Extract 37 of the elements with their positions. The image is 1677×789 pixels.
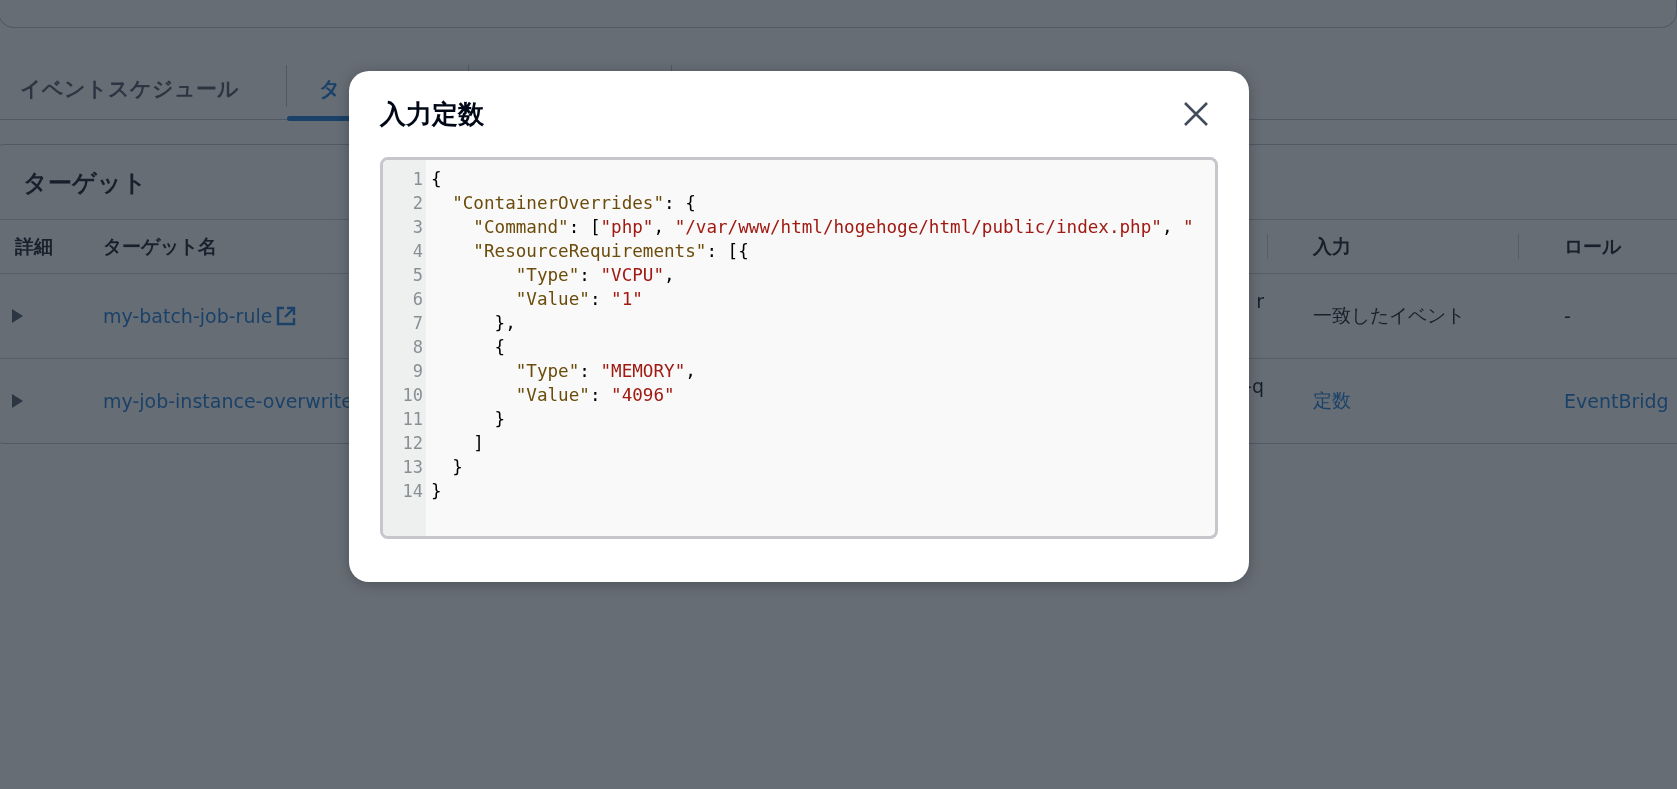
table-cell-text: 一致したイベント — [1312, 303, 1465, 328]
panel-title: ターゲット — [23, 168, 147, 199]
code-line: { — [431, 168, 443, 191]
code-line: "Type": "MEMORY", — [514, 360, 697, 383]
code-line: "ResourceRequirements": [{ — [472, 240, 750, 263]
line-number: 7 — [411, 312, 424, 335]
line-number: 9 — [411, 360, 424, 383]
code-line: "Command": ["php", "/var/www/html/hogehoge/html/public/index.php", " — [472, 216, 1195, 239]
line-number: 5 — [411, 264, 424, 287]
line-number: 14 — [401, 480, 424, 503]
code-line: } — [451, 456, 464, 479]
column-header: ターゲット名 — [102, 233, 217, 259]
table-cell-text: r — [1256, 290, 1265, 312]
line-number: 11 — [401, 408, 424, 431]
code-line: "Value": "1" — [514, 288, 644, 311]
line-number: 4 — [411, 240, 424, 263]
code-line: } — [431, 480, 443, 503]
code-line: { — [493, 336, 507, 359]
column-header: 入力 — [1311, 233, 1351, 259]
line-number: 6 — [411, 288, 424, 311]
column-header: 詳細 — [14, 233, 53, 259]
line-number: 12 — [401, 432, 424, 455]
line-number: 3 — [411, 216, 424, 239]
line-number: 13 — [401, 456, 424, 479]
code-line: "Type": "VCPU", — [514, 264, 676, 287]
code-line: ] — [472, 432, 485, 455]
column-header: ロール — [1563, 233, 1621, 259]
code-line: }, — [493, 312, 517, 335]
modal-title: 入力定数 — [380, 97, 484, 131]
code-line: } — [493, 408, 507, 431]
code-line: "Value": "4096" — [514, 384, 676, 407]
line-number: 2 — [411, 192, 424, 215]
line-number: 8 — [411, 336, 424, 359]
line-number: 10 — [401, 384, 424, 407]
code-line: "ContainerOverrides": { — [451, 192, 697, 215]
table-cell-text: - — [1563, 305, 1571, 327]
line-number: 1 — [411, 168, 424, 191]
